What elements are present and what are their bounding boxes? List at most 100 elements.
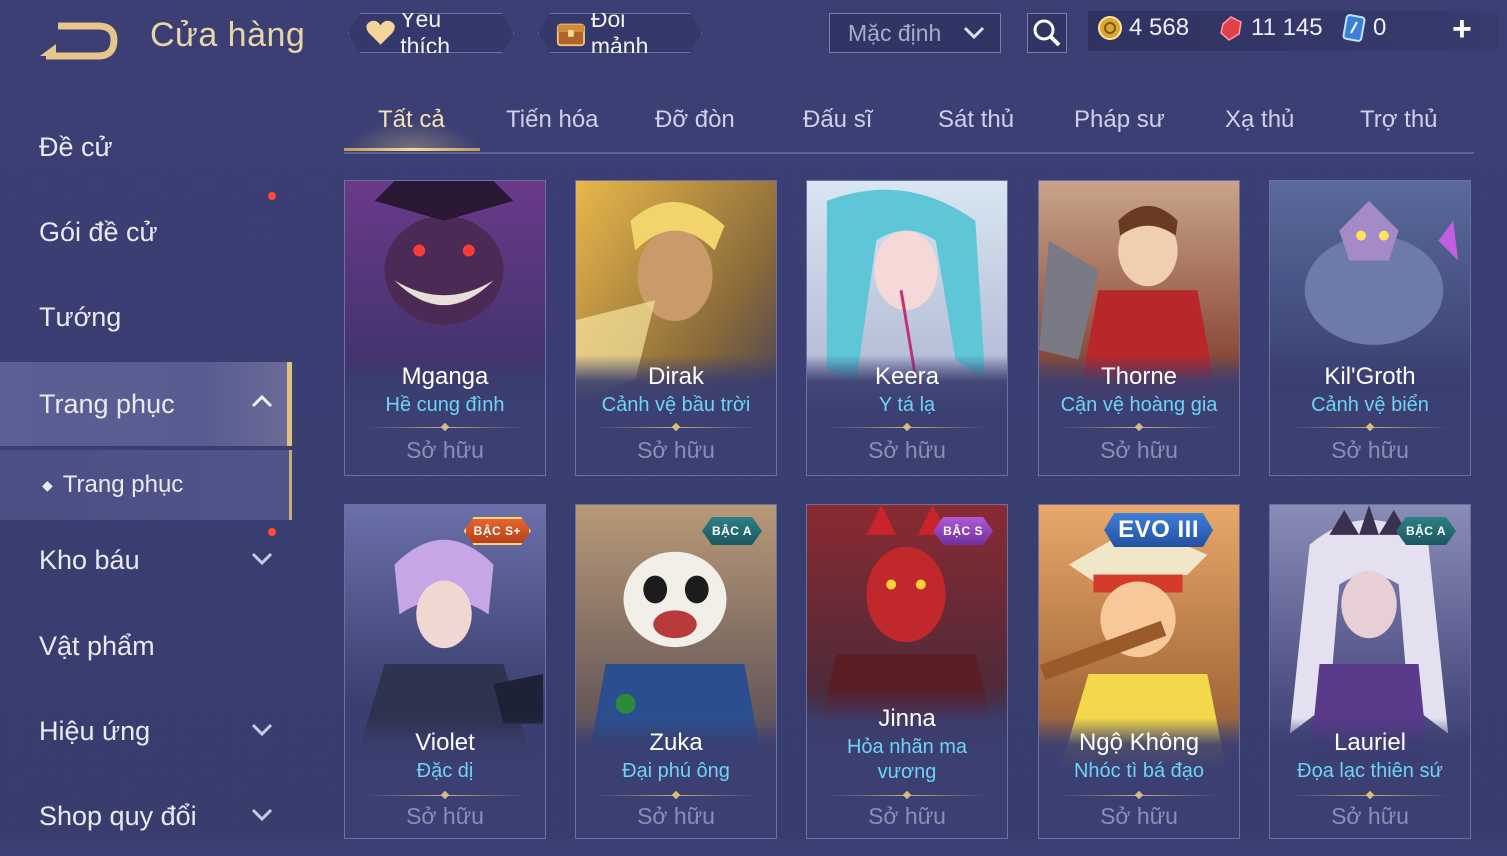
tab-evolution[interactable]: Tiến hóa <box>506 106 599 134</box>
divider <box>596 427 756 428</box>
sidebar-item-skins[interactable]: Trang phục <box>0 362 292 446</box>
owned-status: Sở hữu <box>1100 437 1178 463</box>
sort-dropdown[interactable]: Mặc định <box>829 13 1001 53</box>
divider <box>1290 795 1450 796</box>
sidebar-item-label: Shop quy đổi <box>39 800 197 831</box>
gold-coin-icon <box>1098 16 1122 40</box>
sort-value: Mặc định <box>848 19 942 46</box>
divider <box>827 795 987 796</box>
sidebar-item-label: Đề cử <box>39 131 113 162</box>
gem-balance: 11 145 <box>1217 14 1323 42</box>
skin-name: Hỏa nhãn ma vương <box>846 736 968 783</box>
owned-status: Sở hữu <box>406 803 484 829</box>
voucher-icon <box>1342 14 1366 42</box>
sidebar-item-recommended-packs[interactable]: Gói đề cử <box>0 192 292 272</box>
sidebar-item-recommended[interactable]: Đề cử <box>0 107 292 187</box>
skin-name: Nhóc tì bá đạo <box>1073 760 1205 782</box>
tab-marksman[interactable]: Xạ thủ <box>1225 106 1294 134</box>
gem-amount: 11 145 <box>1251 14 1323 41</box>
tab-support[interactable]: Trợ thủ <box>1360 106 1438 134</box>
sidebar-item-exchange-shop[interactable]: Shop quy đổi <box>0 776 292 856</box>
sidebar-item-label: Gói đề cử <box>39 216 158 247</box>
tab-all[interactable]: Tất cả <box>378 106 445 134</box>
hero-name: Ngộ Không <box>1078 729 1200 756</box>
hero-name: Thorne <box>1100 363 1178 390</box>
owned-status: Sở hữu <box>637 437 715 463</box>
add-currency-button[interactable]: + <box>1452 12 1472 46</box>
skin-card-jinna[interactable]: BẬC S Jinna Hỏa nhãn ma vương Sở hữu <box>806 504 1008 839</box>
skin-card-lauriel[interactable]: BẬC A Lauriel Đọa lạc thiên sứ Sở hữu <box>1269 504 1471 839</box>
chevron-down-icon <box>251 723 273 737</box>
sidebar-item-treasure[interactable]: Kho báu <box>0 520 292 600</box>
back-button[interactable] <box>38 20 118 60</box>
sidebar-item-label: Tướng <box>39 301 122 332</box>
owned-status: Sở hữu <box>406 437 484 463</box>
page-title: Cửa hàng <box>150 16 306 54</box>
shard-exchange-label: Đổi mảnh <box>590 6 649 59</box>
sidebar-item-effects[interactable]: Hiệu ứng <box>0 691 292 771</box>
evolution-badge: EVO III <box>1104 513 1213 547</box>
skin-card-mganga[interactable]: Mganga Hề cung đình Sở hữu <box>344 180 546 476</box>
hero-name: Violet <box>415 729 475 756</box>
divider <box>596 795 756 796</box>
tier-badge: BẬC S <box>933 517 993 545</box>
notification-dot <box>268 192 276 200</box>
hero-name: Zuka <box>649 729 703 756</box>
chevron-down-icon <box>251 552 273 566</box>
tab-assassin[interactable]: Sát thủ <box>938 106 1014 134</box>
chevron-up-icon <box>251 394 273 408</box>
skin-name: Hề cung đình <box>385 394 505 416</box>
skin-name: Cận vệ hoàng gia <box>1060 394 1218 416</box>
hero-name: Dirak <box>647 363 704 390</box>
ticket-amount: 0 <box>1373 14 1387 41</box>
skin-name: Đại phú ông <box>622 760 730 782</box>
sidebar-subitem-skins[interactable]: ◆ Trang phục <box>0 450 292 520</box>
search-button[interactable] <box>1027 13 1067 53</box>
hero-name: Lauriel <box>1333 729 1407 756</box>
top-bar: Cửa hàng Yêu thích Đổi mảnh Mặc định 4 5… <box>0 0 1507 70</box>
skin-card-violet[interactable]: BẬC S+ Violet Đặc dị Sở hữu <box>344 504 546 839</box>
favorites-button[interactable]: Yêu thích <box>348 13 514 53</box>
tab-mage[interactable]: Pháp sư <box>1074 106 1165 134</box>
hero-name: Kil'Groth <box>1324 363 1416 390</box>
owned-status: Sở hữu <box>1331 803 1409 829</box>
skin-card-ngo-khong[interactable]: EVO III Ngộ Không Nhóc tì bá đạo Sở hữu <box>1038 504 1240 839</box>
sidebar-item-items[interactable]: Vật phẩm <box>0 606 292 686</box>
sidebar-item-label: Trang phục <box>39 388 175 419</box>
active-tab-underline <box>344 148 480 151</box>
skin-name: Y tá lạ <box>878 394 936 416</box>
divider <box>365 427 525 428</box>
hero-name: Jinna <box>878 705 936 732</box>
sidebar-subitem-label: Trang phục <box>62 471 184 498</box>
skin-card-keera[interactable]: Keera Y tá lạ Sở hữu <box>806 180 1008 476</box>
chevron-down-icon <box>251 808 273 822</box>
notification-dot <box>268 528 276 536</box>
sidebar: Đề cử Gói đề cử Tướng Trang phục ◆ Trang… <box>0 100 292 839</box>
category-tabs: Tất cả Tiến hóa Đỡ đòn Đấu sĩ Sát thủ Ph… <box>344 96 1474 154</box>
shard-exchange-button[interactable]: Đổi mảnh <box>538 13 702 53</box>
tab-tank[interactable]: Đỡ đòn <box>655 106 735 134</box>
treasure-chest-icon <box>555 16 587 50</box>
tab-fighter[interactable]: Đấu sĩ <box>803 106 872 134</box>
sidebar-item-heroes[interactable]: Tướng <box>0 277 292 357</box>
hero-name: Keera <box>874 363 940 390</box>
red-gem-icon <box>1220 16 1242 41</box>
divider <box>365 795 525 796</box>
skin-card-dirak[interactable]: Dirak Cảnh vệ bầu trời Sở hữu <box>575 180 777 476</box>
skin-name: Cảnh vệ bầu trời <box>601 394 751 416</box>
skin-card-thorne[interactable]: Thorne Cận vệ hoàng gia Sở hữu <box>1038 180 1240 476</box>
divider <box>827 427 987 428</box>
skin-name: Đặc dị <box>416 760 474 782</box>
owned-status: Sở hữu <box>1331 437 1409 463</box>
skin-name: Cảnh vệ biển <box>1311 394 1429 416</box>
favorites-label: Yêu thích <box>400 6 451 59</box>
diamond-bullet-icon: ◆ <box>42 476 53 493</box>
divider <box>1059 795 1219 796</box>
skin-card-zuka[interactable]: BẬC A Zuka Đại phú ông Sở hữu <box>575 504 777 839</box>
tier-badge: BẬC S+ <box>464 517 531 545</box>
divider <box>1290 427 1450 428</box>
gold-balance: 4 568 <box>1097 14 1189 42</box>
divider <box>1059 427 1219 428</box>
skin-card-kilgroth[interactable]: Kil'Groth Cảnh vệ biển Sở hữu <box>1269 180 1471 476</box>
heart-icon <box>365 19 396 47</box>
